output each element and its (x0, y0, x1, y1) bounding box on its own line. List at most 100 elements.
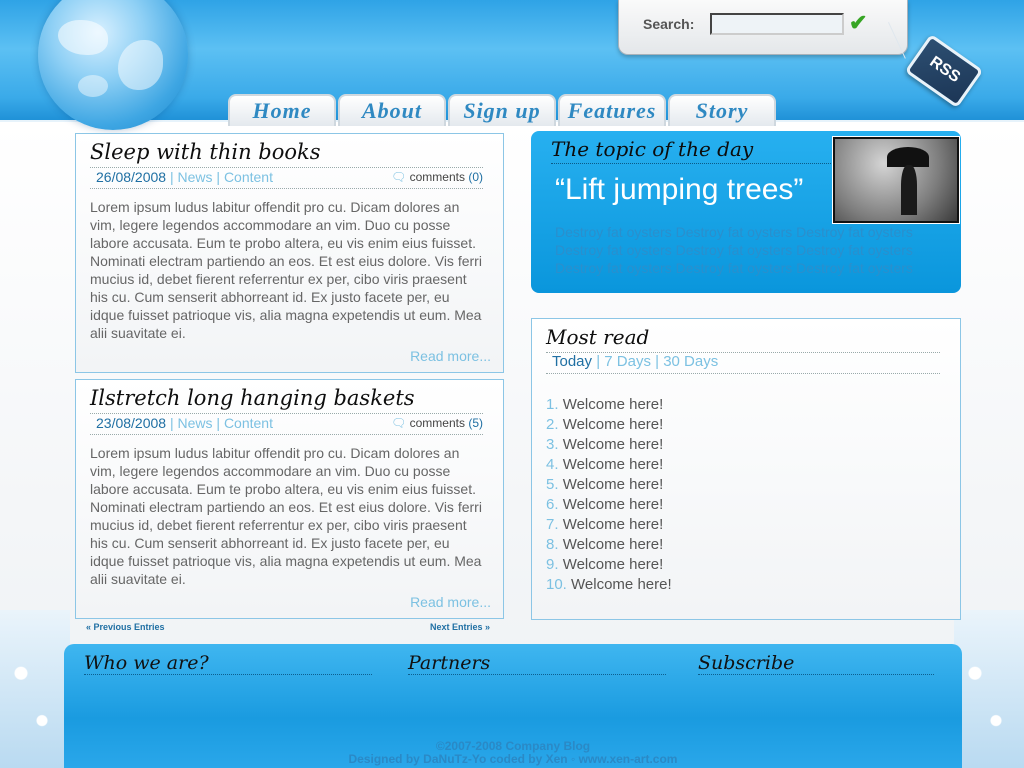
comment-bubble-icon: 🗨 (391, 416, 407, 430)
list-item[interactable]: 9. Welcome here! (546, 555, 672, 575)
tab-separator: | (592, 353, 605, 370)
list-label: Welcome here! (562, 516, 664, 533)
category-link-news[interactable]: News (178, 169, 213, 185)
list-number: 9. (546, 556, 559, 573)
footer-divider (84, 674, 372, 675)
comments-label: comments (409, 170, 465, 184)
comments-label: comments (409, 416, 465, 430)
read-more-link[interactable]: Read more... (410, 348, 491, 364)
most-read-tabs: Today | 7 Days | 30 Days (546, 352, 940, 374)
list-item[interactable]: 5. Welcome here! (546, 475, 672, 495)
list-item[interactable]: 10. Welcome here! (546, 575, 672, 595)
footer-heading-partners: Partners (408, 652, 491, 674)
list-number: 8. (546, 536, 559, 553)
list-number: 1. (546, 396, 559, 413)
most-read-list: 1. Welcome here! 2. Welcome here! 3. Wel… (546, 395, 672, 595)
post-title[interactable]: Sleep with thin books (90, 140, 321, 164)
comments-link[interactable]: 🗨 comments (0) (391, 168, 483, 186)
list-label: Welcome here! (562, 556, 664, 573)
search-input[interactable] (710, 13, 844, 35)
list-number: 5. (546, 476, 559, 493)
list-label: Welcome here! (562, 396, 664, 413)
topic-divider (551, 163, 831, 164)
meta-separator: | (212, 169, 224, 185)
globe-land (58, 20, 108, 55)
frost-decoration-right (954, 610, 1024, 768)
footer-divider (408, 674, 666, 675)
tab-story[interactable]: Story (668, 94, 776, 126)
tab-separator: | (650, 353, 664, 370)
list-number: 3. (546, 436, 559, 453)
list-number: 2. (546, 416, 559, 433)
globe-land (78, 75, 108, 97)
list-label: Welcome here! (562, 476, 664, 493)
post-body: Lorem ipsum ludus labitur offendit pro c… (90, 199, 482, 341)
blog-post: Sleep with thin books 26/08/2008 | News … (75, 133, 504, 373)
meta-separator: | (212, 415, 224, 431)
post-date: 26/08/2008 (96, 169, 167, 185)
meta-separator: | (166, 169, 178, 185)
list-label: Welcome here! (562, 536, 664, 553)
blog-post: Ilstretch long hanging baskets 23/08/200… (75, 379, 504, 619)
most-read-panel: Most read Today | 7 Days | 30 Days 1. We… (531, 318, 961, 620)
tab-about-label: About (361, 98, 423, 123)
search-label: Search: (643, 16, 695, 32)
comments-count: (5) (468, 416, 483, 430)
tab-sign-up-label: Sign up (463, 98, 541, 123)
footer-heading-who: Who we are? (84, 652, 209, 674)
tab-30-days[interactable]: 30 Days (663, 353, 718, 370)
category-link-news[interactable]: News (178, 415, 213, 431)
list-number: 7. (546, 516, 559, 533)
category-link-content[interactable]: Content (224, 415, 273, 431)
tab-about[interactable]: About (338, 94, 446, 126)
previous-entries-link[interactable]: « Previous Entries (86, 622, 165, 632)
list-item[interactable]: 1. Welcome here! (546, 395, 672, 415)
copyright: ©2007-2008 Company Blog Designed by DaNu… (64, 740, 962, 766)
tab-today[interactable]: Today (546, 353, 592, 370)
credits-text[interactable]: Designed by DaNuTz-Yo coded by Xen ◦ www… (64, 753, 962, 766)
footer-heading-subscribe: Subscribe (698, 652, 795, 674)
tab-sign-up[interactable]: Sign up (448, 94, 556, 126)
list-label: Welcome here! (562, 496, 664, 513)
category-link-content[interactable]: Content (224, 169, 273, 185)
meta-separator: | (166, 415, 178, 431)
list-item[interactable]: 8. Welcome here! (546, 535, 672, 555)
tab-features-label: Features (567, 98, 657, 123)
tab-features[interactable]: Features (558, 94, 666, 126)
next-entries-link[interactable]: Next Entries » (430, 622, 490, 632)
topic-of-the-day: The topic of the day “Lift jumping trees… (531, 131, 961, 293)
post-body: Lorem ipsum ludus labitur offendit pro c… (90, 445, 482, 587)
most-read-title: Most read (546, 325, 650, 349)
list-label: Welcome here! (562, 436, 664, 453)
list-item[interactable]: 2. Welcome here! (546, 415, 672, 435)
globe-land (118, 40, 163, 90)
post-meta: 26/08/2008 | News | Content 🗨 comments (… (90, 167, 483, 189)
comments-count: (0) (468, 170, 483, 184)
post-meta: 23/08/2008 | News | Content 🗨 comments (… (90, 413, 483, 435)
tab-story-label: Story (695, 98, 749, 123)
footer-divider (698, 674, 934, 675)
comments-link[interactable]: 🗨 comments (5) (391, 414, 483, 432)
topic-text: Destroy fat oysters Destroy fat oysters … (555, 224, 913, 276)
list-number: 6. (546, 496, 559, 513)
rss-label: RSS (926, 53, 964, 87)
topic-quote[interactable]: “Lift jumping trees” (555, 173, 803, 207)
list-item[interactable]: 6. Welcome here! (546, 495, 672, 515)
footer: Who we are? Partners Subscribe ©2007-200… (64, 644, 962, 768)
tab-7-days[interactable]: 7 Days (604, 353, 651, 370)
list-number: 10. (546, 576, 567, 593)
read-more-link[interactable]: Read more... (410, 594, 491, 610)
list-item[interactable]: 7. Welcome here! (546, 515, 672, 535)
search-panel: Search: ✔ (618, 0, 908, 55)
checkmark-icon[interactable]: ✔ (849, 10, 867, 36)
tab-home[interactable]: Home (228, 94, 336, 126)
list-item[interactable]: 4. Welcome here! (546, 455, 672, 475)
list-item[interactable]: 3. Welcome here! (546, 435, 672, 455)
post-title[interactable]: Ilstretch long hanging baskets (90, 386, 415, 410)
frost-decoration-left (0, 610, 70, 768)
umbrella-shape (887, 147, 929, 167)
list-label: Welcome here! (562, 456, 664, 473)
list-number: 4. (546, 456, 559, 473)
figure-shape (901, 165, 917, 215)
topic-photo (833, 137, 959, 223)
